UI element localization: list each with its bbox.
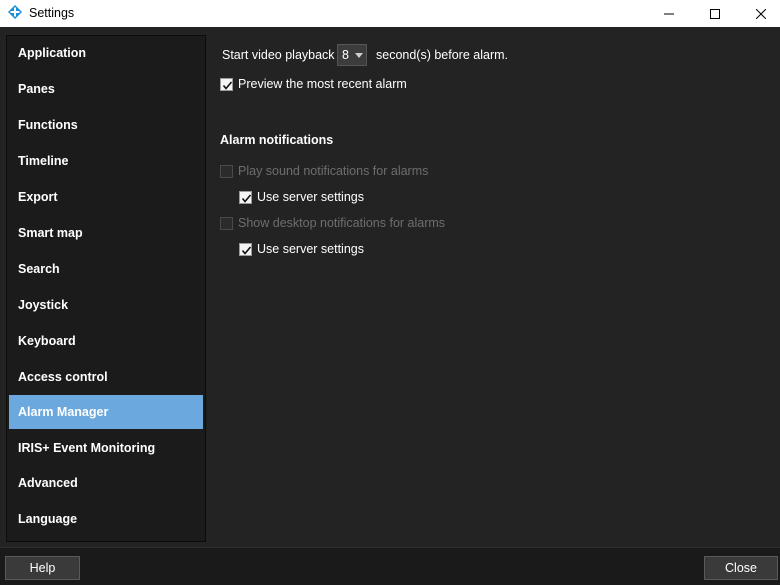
sidebar-item-smart-map[interactable]: Smart map: [9, 216, 203, 250]
help-button[interactable]: Help: [5, 556, 80, 580]
sidebar-item-label: Smart map: [18, 226, 83, 240]
minimize-button[interactable]: [646, 0, 692, 27]
title-bar: Settings: [0, 0, 780, 27]
sidebar-item-label: Alarm Manager: [18, 405, 109, 419]
settings-sidebar: Application Panes Functions Timeline Exp…: [6, 35, 206, 542]
playback-suffix-label: second(s) before alarm.: [376, 48, 509, 62]
alarm-notifications-heading: Alarm notifications: [220, 133, 334, 147]
chevron-down-icon: [355, 53, 363, 58]
playback-seconds-dropdown[interactable]: 8: [337, 44, 367, 66]
sidebar-item-language[interactable]: Language: [9, 502, 203, 536]
sidebar-item-export[interactable]: Export: [9, 180, 203, 214]
play-sound-checkbox[interactable]: [220, 165, 233, 178]
sidebar-item-label: Keyboard: [18, 334, 76, 348]
sidebar-item-application[interactable]: Application: [9, 36, 203, 70]
sidebar-item-label: Language: [18, 512, 78, 526]
sidebar-item-label: Advanced: [18, 476, 78, 490]
preview-recent-alarm-label: Preview the most recent alarm: [238, 77, 407, 91]
checkmark-icon: [222, 81, 233, 90]
play-sound-server-settings-label: Use server settings: [257, 190, 364, 204]
window-close-button[interactable]: [738, 0, 780, 27]
sidebar-item-label: IRIS+ Event Monitoring: [18, 441, 156, 455]
maximize-icon: [710, 8, 720, 19]
sidebar-item-advanced[interactable]: Advanced: [9, 466, 203, 500]
desktop-server-settings-label: Use server settings: [257, 242, 364, 256]
window-title: Settings: [29, 6, 75, 20]
sidebar-item-label: Application: [18, 46, 87, 60]
sidebar-item-joystick[interactable]: Joystick: [9, 288, 203, 322]
sidebar-item-keyboard[interactable]: Keyboard: [9, 324, 203, 358]
sidebar-item-label: Functions: [18, 118, 78, 132]
checkmark-icon: [241, 194, 252, 203]
sidebar-item-functions[interactable]: Functions: [9, 108, 203, 142]
maximize-button[interactable]: [692, 0, 738, 27]
preview-recent-alarm-checkbox[interactable]: [220, 78, 233, 91]
dialog-footer: [0, 547, 780, 585]
sidebar-item-search[interactable]: Search: [9, 252, 203, 286]
sidebar-item-label: Access control: [18, 370, 108, 384]
app-logo-icon: [8, 5, 22, 19]
alarm-manager-settings-panel: Start video playback 8 second(s) before …: [205, 27, 780, 547]
sidebar-item-label: Joystick: [18, 298, 69, 312]
desktop-server-settings-checkbox[interactable]: [239, 243, 252, 256]
play-sound-server-settings-checkbox[interactable]: [239, 191, 252, 204]
sidebar-item-panes[interactable]: Panes: [9, 72, 203, 106]
sidebar-item-label: Search: [18, 262, 60, 276]
desktop-notifications-checkbox[interactable]: [220, 217, 233, 230]
close-icon: [756, 8, 766, 19]
playback-prefix-label: Start video playback: [222, 48, 335, 62]
sidebar-item-alarm-manager[interactable]: Alarm Manager: [9, 395, 203, 429]
sidebar-item-access-control[interactable]: Access control: [9, 360, 203, 394]
playback-seconds-value: 8: [342, 48, 349, 62]
minimize-icon: [664, 13, 674, 14]
play-sound-label: Play sound notifications for alarms: [238, 164, 429, 178]
sidebar-item-iris-event-monitoring[interactable]: IRIS+ Event Monitoring: [9, 431, 203, 465]
sidebar-item-timeline[interactable]: Timeline: [9, 144, 203, 178]
sidebar-item-label: Panes: [18, 82, 55, 96]
checkmark-icon: [241, 246, 252, 255]
close-button[interactable]: Close: [704, 556, 778, 580]
desktop-notifications-label: Show desktop notifications for alarms: [238, 216, 446, 230]
sidebar-item-label: Export: [18, 190, 58, 204]
sidebar-item-label: Timeline: [18, 154, 69, 168]
